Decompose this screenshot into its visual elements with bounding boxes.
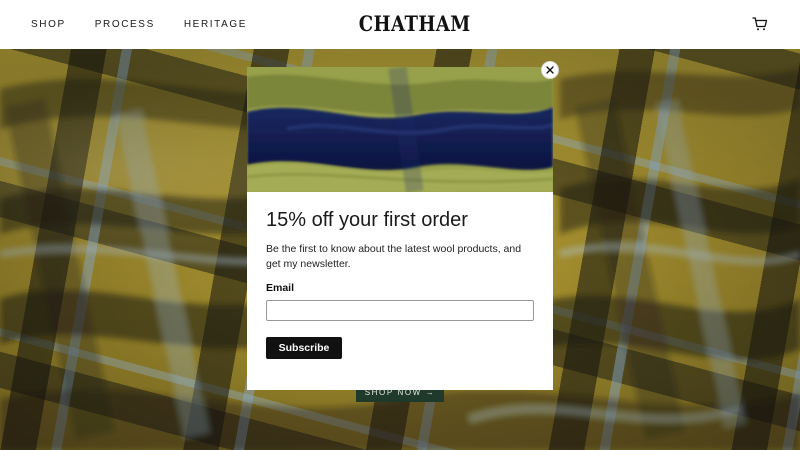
popup-fabric-image (247, 67, 553, 192)
email-input[interactable] (266, 300, 534, 321)
popup-title: 15% off your first order (266, 209, 468, 231)
close-icon-svg (546, 66, 554, 74)
nav-process[interactable]: PROCESS (95, 19, 155, 30)
email-label: Email (266, 282, 295, 294)
cart-icon-svg (752, 17, 768, 31)
cart-icon[interactable] (752, 16, 768, 32)
fabric-image-svg (247, 67, 553, 192)
site-header: SHOP PROCESS HERITAGE CHATHAM (0, 0, 800, 49)
nav-heritage[interactable]: HERITAGE (184, 19, 247, 30)
close-icon[interactable] (541, 61, 559, 79)
popup-description: Be the first to know about the latest wo… (266, 243, 522, 270)
subscribe-button[interactable]: Subscribe (266, 337, 342, 359)
site-logo[interactable]: CHATHAM (359, 11, 471, 37)
main-nav: SHOP PROCESS HERITAGE (31, 0, 276, 49)
nav-shop[interactable]: SHOP (31, 19, 66, 30)
newsletter-popup: 15% off your first order Be the first to… (247, 67, 553, 390)
